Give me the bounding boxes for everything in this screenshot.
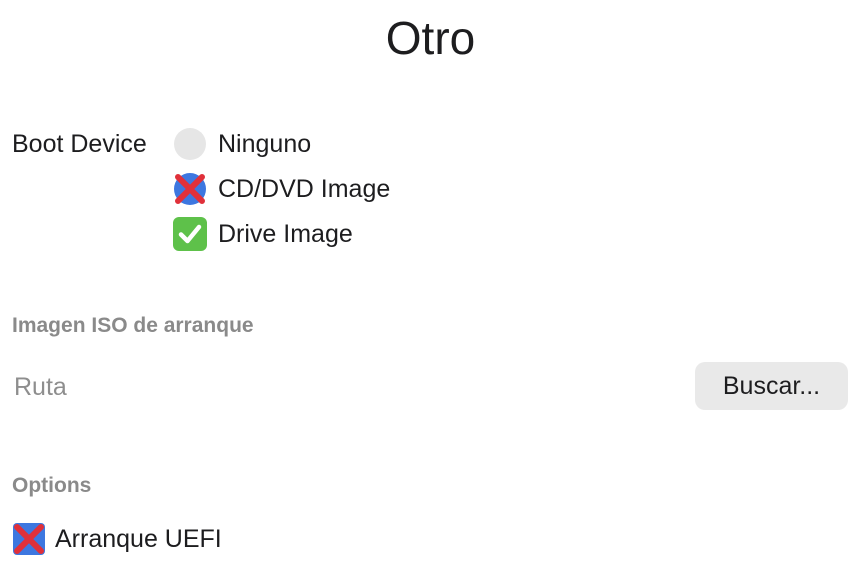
cross-mark-icon[interactable] [173,172,207,206]
check-mark-icon[interactable] [173,217,207,251]
page-title: Otro [385,12,476,64]
boot-device-label: Boot Device [12,130,147,158]
options-section-header: Options [12,474,92,497]
boot-option-label: CD/DVD Image [218,175,391,203]
settings-page: Otro Boot Device Ninguno CD/DVD Image Dr… [0,0,861,570]
uefi-boot-label: Arranque UEFI [55,525,222,553]
boot-option-ninguno[interactable]: Ninguno [173,126,390,162]
cross-mark-icon[interactable] [12,522,46,556]
iso-path-field[interactable]: Ruta [14,371,67,403]
boot-option-label: Ninguno [218,130,312,158]
empty-radio-icon[interactable] [173,127,207,161]
boot-option-drive-image[interactable]: Drive Image [173,216,390,252]
uefi-boot-checkbox[interactable]: Arranque UEFI [12,522,222,556]
boot-option-label: Drive Image [218,220,353,248]
boot-option-cd-dvd-image[interactable]: CD/DVD Image [173,171,390,207]
boot-device-radio-group: Ninguno CD/DVD Image Drive Image [173,126,390,261]
browse-button[interactable]: Buscar... [695,362,848,410]
iso-section-header: Imagen ISO de arranque [12,314,254,337]
